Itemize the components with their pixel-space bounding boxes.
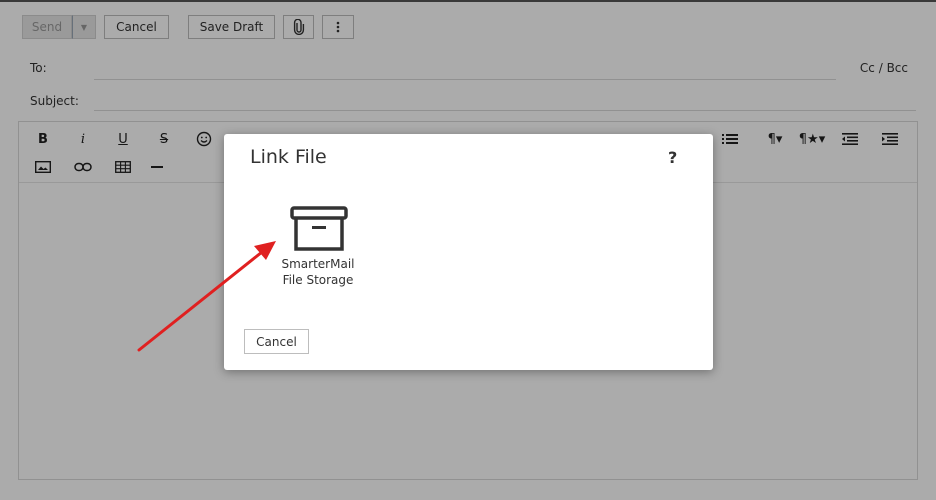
red-arrow-annotation	[137, 241, 276, 352]
